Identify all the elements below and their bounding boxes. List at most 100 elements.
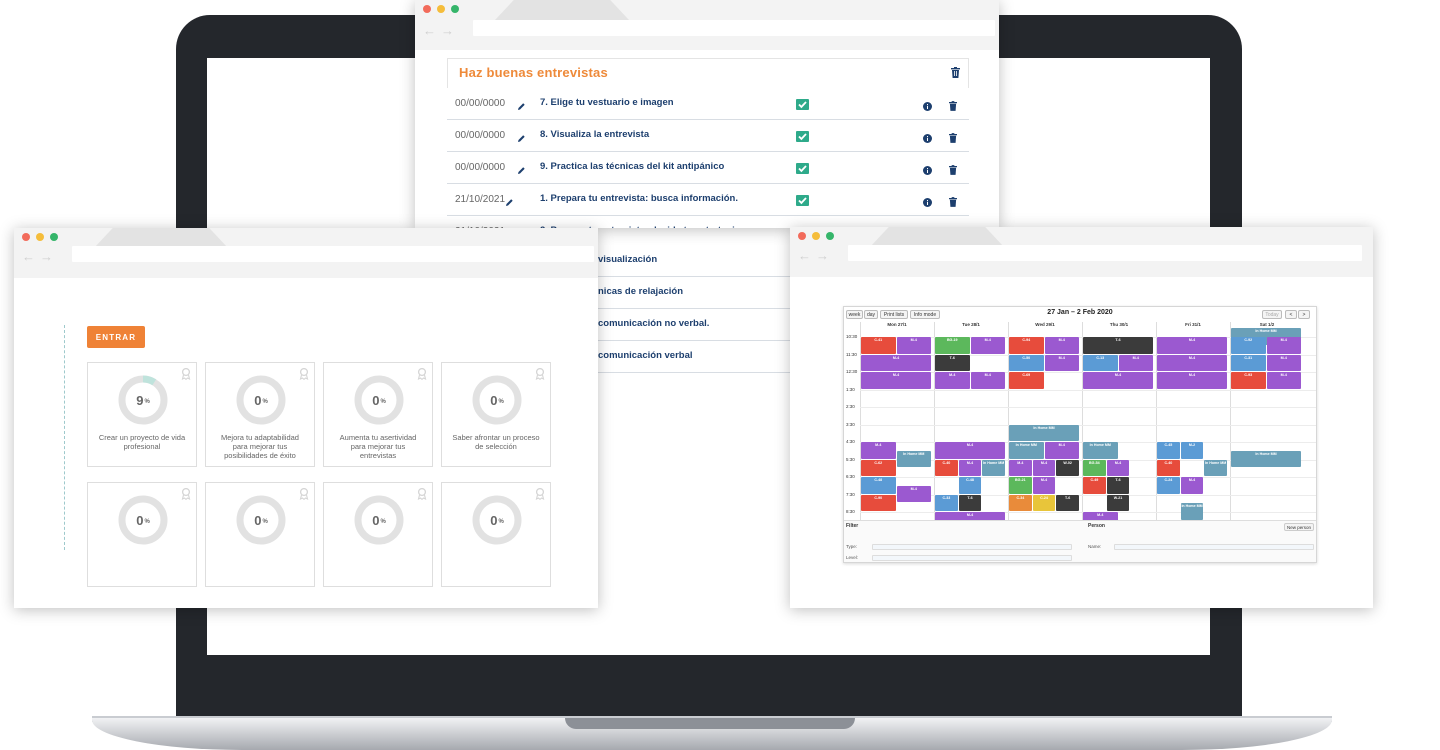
calendar-event[interactable]: C-93 xyxy=(1231,372,1266,389)
calendar-event[interactable]: In Home MM xyxy=(1009,442,1044,459)
close-dot[interactable] xyxy=(22,233,30,241)
calendar-event[interactable]: C-69 xyxy=(1009,372,1044,389)
pencil-icon[interactable] xyxy=(517,98,526,116)
prev-week-button[interactable]: < xyxy=(1285,310,1297,319)
calendar-event[interactable]: M-4 xyxy=(896,485,931,503)
row-title[interactable]: 7. Elige tu vestuario e imagen xyxy=(540,97,674,108)
close-dot[interactable] xyxy=(423,5,431,13)
minimize-dot[interactable] xyxy=(812,232,820,240)
close-dot[interactable] xyxy=(798,232,806,240)
calendar-day-header[interactable]: Mon 27/1 xyxy=(860,322,934,327)
calendar-event[interactable]: M-4 xyxy=(1044,442,1079,459)
trash-icon[interactable] xyxy=(949,98,957,116)
address-bar[interactable] xyxy=(473,20,995,36)
calendar-event[interactable]: C-90 xyxy=(861,494,896,511)
forward-arrow-icon[interactable]: → xyxy=(441,23,454,38)
calendar-event[interactable]: W-21 xyxy=(1106,494,1130,511)
course-card[interactable]: 0% Mejora tu adaptabilidad para mejorar t… xyxy=(205,362,315,467)
level-select[interactable] xyxy=(872,555,1072,561)
back-arrow-icon[interactable]: ← xyxy=(22,249,35,264)
type-select[interactable] xyxy=(872,544,1072,550)
calendar-event[interactable]: C-62 xyxy=(861,459,896,476)
calendar-event[interactable]: M-4 xyxy=(1032,477,1056,494)
info-icon[interactable] xyxy=(923,98,932,116)
calendar-event[interactable]: C-34 xyxy=(1009,494,1032,511)
calendar-event[interactable]: M-4 xyxy=(1180,477,1204,494)
calendar-event[interactable]: M-4 xyxy=(1266,354,1301,371)
browser-tab[interactable] xyxy=(870,227,1004,247)
calendar-event[interactable]: M-4 xyxy=(861,372,931,389)
name-input[interactable] xyxy=(1114,544,1314,550)
new-person-button[interactable]: New person xyxy=(1284,523,1314,531)
checkbox-checked-icon[interactable] xyxy=(796,129,809,147)
info-icon[interactable] xyxy=(923,194,932,212)
calendar-event[interactable]: M-4 xyxy=(1044,354,1079,371)
calendar-event[interactable]: C-48 xyxy=(958,477,982,494)
calendar-event[interactable]: T-6 xyxy=(935,354,970,371)
course-card[interactable]: 0% Aumenta tu asertividad para mejorar tu… xyxy=(323,362,433,467)
course-card[interactable]: 0% Saber afrontar un proceso de selección xyxy=(441,362,551,467)
calendar-event[interactable]: M-4 xyxy=(861,442,896,459)
forward-arrow-icon[interactable]: → xyxy=(816,248,829,263)
calendar-event[interactable]: In Home MM xyxy=(896,450,931,468)
calendar-event[interactable]: M-4 xyxy=(1157,372,1227,389)
browser-tab[interactable] xyxy=(94,228,228,248)
checkbox-checked-icon[interactable] xyxy=(796,193,809,211)
calendar-event[interactable]: C-45 xyxy=(1157,442,1180,459)
calendar-event[interactable]: M-4 xyxy=(896,337,931,354)
calendar-event[interactable]: W-02 xyxy=(1056,459,1079,476)
course-card[interactable]: 9% Crear un proyecto de vida profesional xyxy=(87,362,197,467)
calendar-event[interactable]: In Home MM xyxy=(1204,459,1227,476)
calendar-event[interactable]: M-4 xyxy=(1009,459,1032,476)
forward-arrow-icon[interactable]: → xyxy=(40,249,53,264)
calendar-event[interactable]: M-4 xyxy=(970,337,1005,354)
trash-icon[interactable] xyxy=(949,194,957,212)
calendar-event[interactable]: C-92 xyxy=(1231,337,1266,354)
calendar-event[interactable]: M-4 xyxy=(1083,372,1153,389)
calendar-event[interactable]: In Home MM xyxy=(1180,503,1204,520)
maximize-dot[interactable] xyxy=(826,232,834,240)
calendar-day-header[interactable]: Sat 1/2 xyxy=(1230,322,1304,327)
minimize-dot[interactable] xyxy=(437,5,445,13)
row-title[interactable]: 9. Practica las técnicas del kit antipán… xyxy=(540,161,724,172)
calendar-event[interactable]: M-4 xyxy=(1266,337,1301,354)
row-title[interactable]: comunicación verbal xyxy=(598,350,693,361)
calendar-event[interactable]: In Home MM xyxy=(1231,450,1301,468)
calendar-event[interactable]: C-41 xyxy=(861,337,896,354)
calendar-day-header[interactable]: Thu 30/1 xyxy=(1082,322,1156,327)
calendar-event[interactable]: M-4 xyxy=(1266,372,1301,389)
course-card[interactable]: 0% xyxy=(441,482,551,587)
calendar-event[interactable]: C-13 xyxy=(1083,354,1118,371)
info-icon[interactable] xyxy=(923,162,932,180)
calendar-event[interactable]: C-94 xyxy=(1009,337,1044,354)
calendar-event[interactable]: M-4 xyxy=(1157,337,1227,354)
checkbox-checked-icon[interactable] xyxy=(796,161,809,179)
row-title[interactable]: 1. Prepara tu entrevista: busca informac… xyxy=(540,193,738,204)
calendar-event[interactable]: T-6 xyxy=(958,494,982,511)
row-title[interactable]: nicas de relajación xyxy=(598,286,683,297)
pencil-icon[interactable] xyxy=(505,194,514,212)
address-bar[interactable] xyxy=(72,246,594,262)
calendar-event[interactable]: T-6 xyxy=(1083,337,1153,354)
address-bar[interactable] xyxy=(848,245,1362,261)
today-button[interactable]: Today xyxy=(1262,310,1282,319)
calendar-event[interactable]: T-6 xyxy=(1056,494,1079,511)
browser-tab[interactable] xyxy=(495,0,629,20)
calendar-day-header[interactable]: Fri 31/1 xyxy=(1156,322,1230,327)
enter-button[interactable]: ENTRAR xyxy=(87,326,145,348)
pencil-icon[interactable] xyxy=(517,162,526,180)
trash-icon[interactable] xyxy=(949,130,957,148)
maximize-dot[interactable] xyxy=(451,5,459,13)
row-title[interactable]: 8. Visualiza la entrevista xyxy=(540,129,649,140)
back-arrow-icon[interactable]: ← xyxy=(423,23,436,38)
calendar-event[interactable]: M-4 xyxy=(1118,354,1153,371)
calendar-event[interactable]: BG-19 xyxy=(935,337,970,354)
calendar-event[interactable]: BG-21 xyxy=(1009,477,1032,494)
calendar-event[interactable]: C-50 xyxy=(1009,354,1044,371)
row-title[interactable]: visualización xyxy=(598,254,657,265)
calendar-event[interactable]: C-40 xyxy=(935,459,958,476)
calendar-event[interactable]: C-33 xyxy=(935,494,958,511)
calendar-event[interactable]: C-24 xyxy=(1157,477,1180,494)
calendar-event[interactable]: C-48 xyxy=(861,477,896,494)
calendar-event[interactable]: C-24 xyxy=(1032,494,1056,511)
